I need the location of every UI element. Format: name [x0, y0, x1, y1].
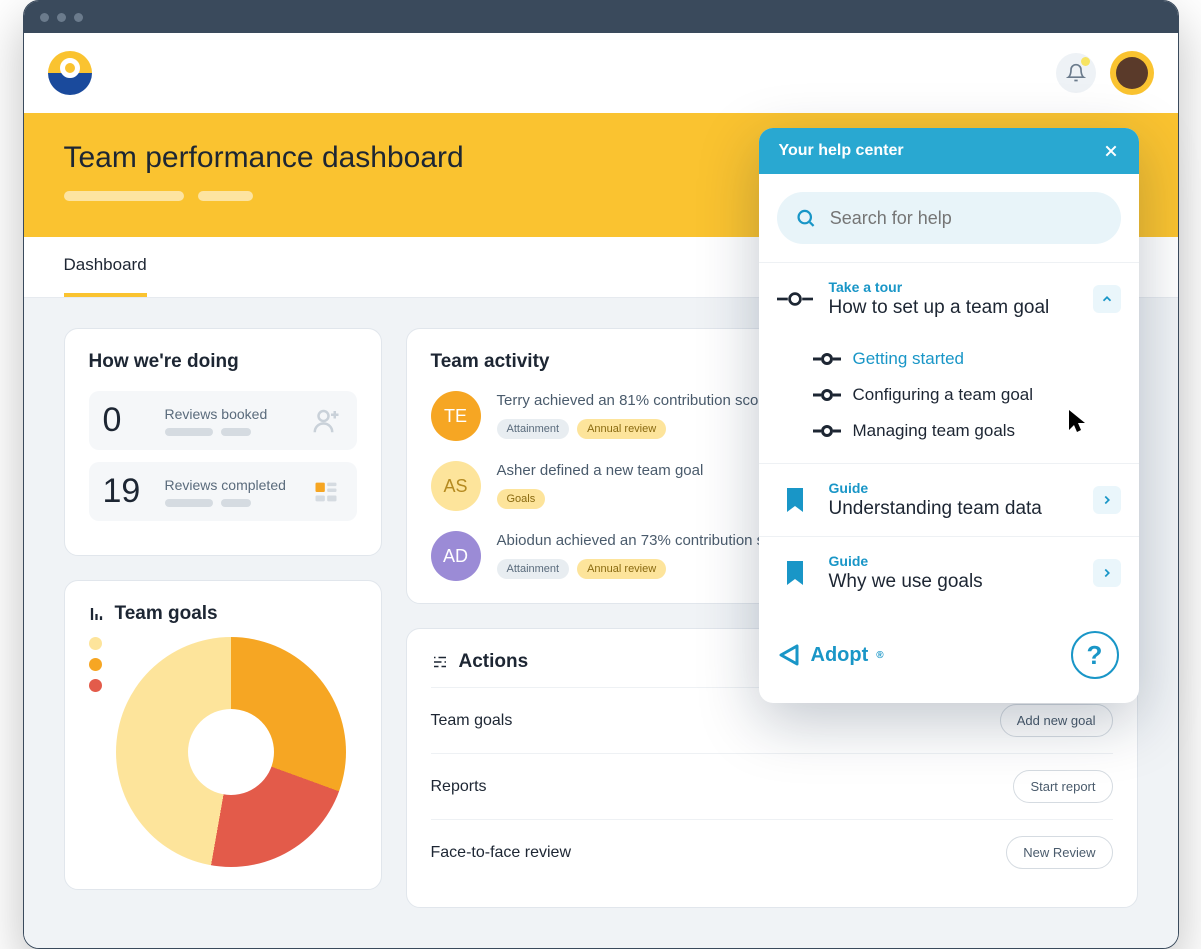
help-center-panel: Your help center Take a tour How to set … — [759, 128, 1139, 703]
chevron-right-icon — [1100, 566, 1114, 580]
add-user-icon — [309, 404, 343, 438]
how-were-doing-card: How we're doing 0 Reviews booked 19 Revi… — [64, 328, 382, 556]
action-row: Face-to-face review New Review — [431, 819, 1113, 885]
avatar-initials: AS — [431, 461, 481, 511]
card-heading: How we're doing — [89, 351, 357, 373]
expand-toggle[interactable] — [1093, 486, 1121, 514]
action-name: Face-to-face review — [431, 844, 572, 862]
help-item-title: Why we use goals — [829, 571, 1077, 593]
collapse-toggle[interactable] — [1093, 285, 1121, 313]
tour-node-icon — [777, 290, 813, 308]
tag-pill: Annual review — [577, 559, 666, 579]
help-item-tour[interactable]: Take a tour How to set up a team goal — [759, 262, 1139, 335]
legend-dot — [89, 637, 102, 650]
tour-node-icon — [813, 352, 841, 366]
tab-dashboard[interactable]: Dashboard — [64, 237, 147, 297]
help-item-title: Understanding team data — [829, 498, 1077, 520]
add-new-goal-button[interactable]: Add new goal — [1000, 704, 1113, 737]
team-goals-card: Team goals — [64, 580, 382, 890]
list-settings-icon — [431, 653, 449, 671]
help-search-box[interactable] — [777, 192, 1121, 244]
help-item-guide[interactable]: Guide Why we use goals — [759, 536, 1139, 609]
action-row: Reports Start report — [431, 753, 1113, 819]
new-review-button[interactable]: New Review — [1006, 836, 1112, 869]
tag-pill: Attainment — [497, 419, 570, 439]
bell-icon — [1066, 63, 1086, 83]
window-titlebar — [24, 1, 1178, 33]
help-item-guide[interactable]: Guide Understanding team data — [759, 463, 1139, 536]
adopt-logo-icon — [779, 643, 803, 667]
help-item-title: How to set up a team goal — [829, 297, 1077, 319]
help-footer: Adopt® ? — [759, 609, 1139, 703]
stat-reviews-completed[interactable]: 19 Reviews completed — [89, 462, 357, 521]
help-search-wrap — [759, 174, 1139, 262]
expand-toggle[interactable] — [1093, 559, 1121, 587]
help-sub-label: Managing team goals — [853, 421, 1016, 441]
stat-reviews-booked[interactable]: 0 Reviews booked — [89, 391, 357, 450]
window-dot — [57, 13, 66, 22]
legend-dot — [89, 658, 102, 671]
bookmark-icon — [783, 486, 807, 514]
avatar-initials: TE — [431, 391, 481, 441]
help-sub-item[interactable]: Managing team goals — [813, 413, 1121, 449]
help-sub-item[interactable]: Configuring a team goal — [813, 377, 1121, 413]
chart-legend — [89, 637, 102, 692]
help-tour-steps: Getting started Configuring a team goal … — [759, 335, 1139, 463]
window-dot — [74, 13, 83, 22]
help-button[interactable]: ? — [1071, 631, 1119, 679]
window-dot — [40, 13, 49, 22]
stat-label: Reviews completed — [165, 477, 295, 493]
notification-dot-icon — [1081, 57, 1090, 66]
card-heading: Actions — [459, 651, 529, 673]
start-report-button[interactable]: Start report — [1013, 770, 1112, 803]
stat-value: 0 — [103, 401, 151, 440]
donut-chart — [116, 637, 346, 867]
tag-pill: Attainment — [497, 559, 570, 579]
tour-node-icon — [813, 388, 841, 402]
checklist-icon — [309, 475, 343, 509]
adopt-brand: Adopt® — [779, 643, 884, 667]
bar-chart-icon — [89, 605, 107, 623]
help-center-header: Your help center — [759, 128, 1139, 174]
help-eyebrow: Take a tour — [829, 279, 1077, 295]
tag-pill: Annual review — [577, 419, 666, 439]
action-name: Reports — [431, 778, 487, 796]
adopt-brand-text: Adopt — [811, 644, 869, 667]
action-name: Team goals — [431, 712, 513, 730]
bookmark-icon — [783, 559, 807, 587]
notifications-button[interactable] — [1056, 53, 1096, 93]
legend-dot — [89, 679, 102, 692]
app-logo[interactable] — [48, 51, 92, 95]
help-center-title: Your help center — [779, 142, 904, 160]
card-heading: Team goals — [115, 603, 218, 625]
chevron-right-icon — [1100, 493, 1114, 507]
chevron-up-icon — [1100, 292, 1114, 306]
user-avatar[interactable] — [1110, 51, 1154, 95]
search-icon — [795, 206, 816, 230]
tour-node-icon — [813, 424, 841, 438]
stat-label: Reviews booked — [165, 406, 295, 422]
help-sub-label: Getting started — [853, 349, 965, 369]
help-eyebrow: Guide — [829, 553, 1077, 569]
avatar-initials: AD — [431, 531, 481, 581]
help-sub-label: Configuring a team goal — [853, 385, 1034, 405]
help-search-input[interactable] — [830, 208, 1103, 229]
top-bar — [24, 33, 1178, 113]
help-eyebrow: Guide — [829, 480, 1077, 496]
close-icon[interactable] — [1103, 143, 1119, 159]
help-sub-item[interactable]: Getting started — [813, 341, 1121, 377]
stat-value: 19 — [103, 472, 151, 511]
tag-pill: Goals — [497, 489, 546, 509]
